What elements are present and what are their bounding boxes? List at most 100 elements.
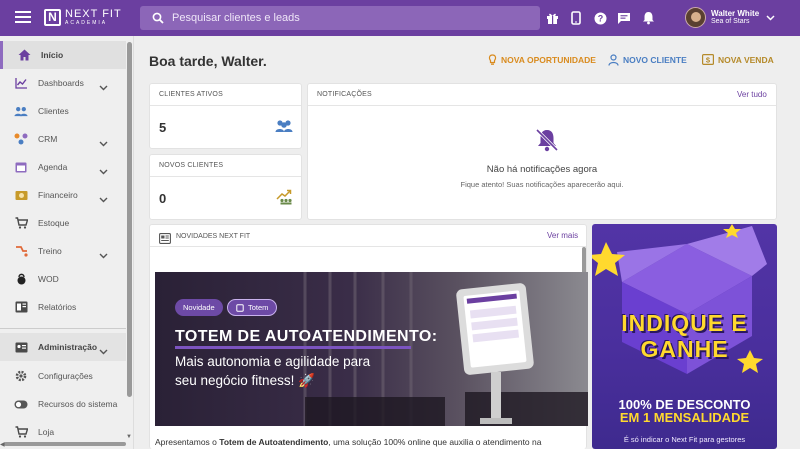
gift-icon[interactable] — [543, 9, 561, 27]
scroll-left-icon[interactable]: ◀ — [0, 441, 5, 448]
sidebar-item-label: Configurações — [38, 371, 93, 381]
scroll-down-icon[interactable]: ▼ — [126, 434, 132, 440]
chevron-down-icon[interactable] — [99, 190, 108, 208]
sidebar-item-label: Recursos do sistema — [38, 399, 118, 409]
new-clients-title: NOVOS CLIENTES — [159, 162, 224, 169]
sidebar-item-inicio[interactable]: Início — [0, 41, 126, 69]
crm-icon — [14, 132, 28, 146]
brand-mark-icon: N — [44, 9, 61, 26]
sidebar-item-recursos[interactable]: Recursos do sistema — [0, 390, 126, 418]
notifications-empty-title: Não há notificações agora — [486, 164, 598, 175]
sidebar-item-label: Dashboards — [38, 78, 84, 88]
sidebar-item-label: Treino — [38, 246, 62, 256]
chevron-down-icon[interactable] — [99, 134, 108, 152]
sidebar-item-clientes[interactable]: Clientes — [0, 97, 126, 125]
active-clients-card[interactable]: CLIENTES ATIVOS 5 — [149, 83, 302, 149]
sidebar-item-crm[interactable]: CRM — [0, 125, 126, 153]
card-divider — [308, 105, 776, 106]
greeting-title: Boa tarde, Walter. — [149, 53, 267, 69]
bell-icon[interactable] — [639, 9, 657, 27]
sidebar-item-label: WOD — [38, 274, 59, 284]
sidebar-item-wod[interactable]: WOD — [0, 265, 126, 293]
brand-sub: ACADEMIA — [65, 20, 108, 26]
notifications-card: NOTIFICAÇÕES Ver tudo Não há notificaçõe… — [307, 83, 777, 220]
sidebar-horizontal-scrollbar[interactable] — [4, 442, 126, 446]
news-description: Apresentamos o Totem de Autoatendimento,… — [155, 437, 585, 447]
news-card: NOVIDADES NEXT FIT Ver mais Novidade Tot… — [149, 224, 588, 449]
chat-icon[interactable] — [615, 9, 633, 27]
chart-line-icon — [14, 76, 28, 90]
chip-novidade: Novidade — [175, 299, 223, 316]
mobile-icon[interactable] — [567, 9, 585, 27]
promo-title-line2: GANHE — [640, 336, 729, 362]
sidebar-item-label: Loja — [38, 427, 55, 437]
admin-card-icon — [14, 340, 28, 354]
svg-text:?: ? — [597, 13, 603, 23]
sidebar-item-configuracoes[interactable]: Configurações — [0, 362, 126, 390]
promo-discount-line2: EM 1 MENSALIDADE — [619, 410, 750, 425]
chevron-down-icon[interactable] — [766, 13, 775, 23]
new-clients-count: 0 — [159, 191, 167, 206]
new-sale-label: NOVA VENDA — [718, 54, 774, 65]
sidebar-divider — [0, 328, 126, 329]
menu-icon[interactable] — [15, 11, 31, 25]
sidebar-item-label: Estoque — [38, 218, 70, 228]
search-input[interactable] — [172, 12, 512, 24]
toggle-icon — [14, 397, 28, 411]
sidebar-item-treino[interactable]: Treino — [0, 237, 126, 265]
see-all-link[interactable]: Ver tudo — [737, 90, 767, 99]
sidebar-scrollbar[interactable] — [127, 42, 132, 397]
tablet-icon — [236, 303, 244, 312]
new-clients-card[interactable]: NOVOS CLIENTES 0 — [149, 154, 302, 220]
banner-underline — [175, 346, 411, 349]
card-divider — [150, 105, 301, 106]
new-opportunity-button[interactable]: NOVA OPORTUNIDADE — [488, 54, 596, 66]
avatar[interactable] — [685, 7, 706, 28]
chevron-down-icon[interactable] — [99, 342, 108, 360]
people-icon — [275, 119, 293, 138]
money-icon: $ — [702, 54, 714, 65]
cart-icon — [14, 216, 28, 230]
see-more-link[interactable]: Ver mais — [547, 231, 578, 240]
search-bar[interactable] — [140, 6, 540, 30]
cart-icon — [14, 425, 28, 439]
new-sale-button[interactable]: $ NOVA VENDA — [702, 54, 774, 65]
money-icon — [14, 188, 28, 202]
user-menu[interactable]: Walter White Sea of Stars — [685, 7, 775, 28]
sidebar-item-financeiro[interactable]: Financeiro — [0, 181, 126, 209]
banner-subtitle-line2: seu negócio fitness! 🚀 — [175, 373, 315, 388]
news-banner[interactable]: Novidade Totem TOTEM DE AUTOATENDIMENTO:… — [155, 272, 588, 426]
chevron-down-icon[interactable] — [99, 246, 108, 264]
referral-promo-banner[interactable]: INDIQUE E GANHE 100% DE DESCONTO EM 1 ME… — [592, 224, 777, 449]
search-icon — [152, 12, 164, 24]
notifications-title: NOTIFICAÇÕES — [317, 91, 372, 98]
people-icon — [14, 104, 28, 118]
user-org: Sea of Stars — [711, 18, 750, 26]
sidebar-item-label: Relatórios — [38, 302, 77, 312]
brand-logo[interactable]: N NEXT FIT ACADEMIA — [44, 9, 122, 26]
help-icon[interactable]: ? — [591, 9, 609, 27]
sidebar-item-label: Agenda — [38, 162, 68, 172]
new-opportunity-label: NOVA OPORTUNIDADE — [501, 55, 596, 65]
sidebar-item-estoque[interactable]: Estoque — [0, 209, 126, 237]
sidebar-item-label: Início — [41, 50, 64, 60]
sidebar-item-dashboards[interactable]: Dashboards — [0, 69, 126, 97]
notifications-empty-subtitle: Fique atento! Suas notificações aparecer… — [460, 180, 624, 189]
chip-totem: Totem — [227, 299, 278, 316]
calendar-icon — [14, 160, 28, 174]
sidebar-item-label: CRM — [38, 134, 58, 144]
news-title: NOVIDADES NEXT FIT — [176, 233, 251, 240]
kiosk-totem-image — [456, 283, 534, 424]
new-client-button[interactable]: NOVO CLIENTE — [608, 54, 687, 66]
brand-name: NEXT FIT — [65, 8, 122, 20]
chevron-down-icon[interactable] — [99, 78, 108, 96]
news-text-post: , uma solução 100% online que auxilia o … — [328, 437, 542, 447]
news-text-pre: Apresentamos o — [155, 437, 220, 447]
sidebar-item-relatorios[interactable]: Relatórios — [0, 293, 126, 321]
sidebar-item-agenda[interactable]: Agenda — [0, 153, 126, 181]
chevron-down-icon[interactable] — [99, 162, 108, 180]
sidebar-item-label: Clientes — [38, 106, 69, 116]
banner-title: TOTEM DE AUTOATENDIMENTO: — [175, 328, 438, 345]
news-scrollbar[interactable] — [582, 247, 586, 275]
sidebar-item-administracao[interactable]: Administração — [0, 333, 126, 361]
